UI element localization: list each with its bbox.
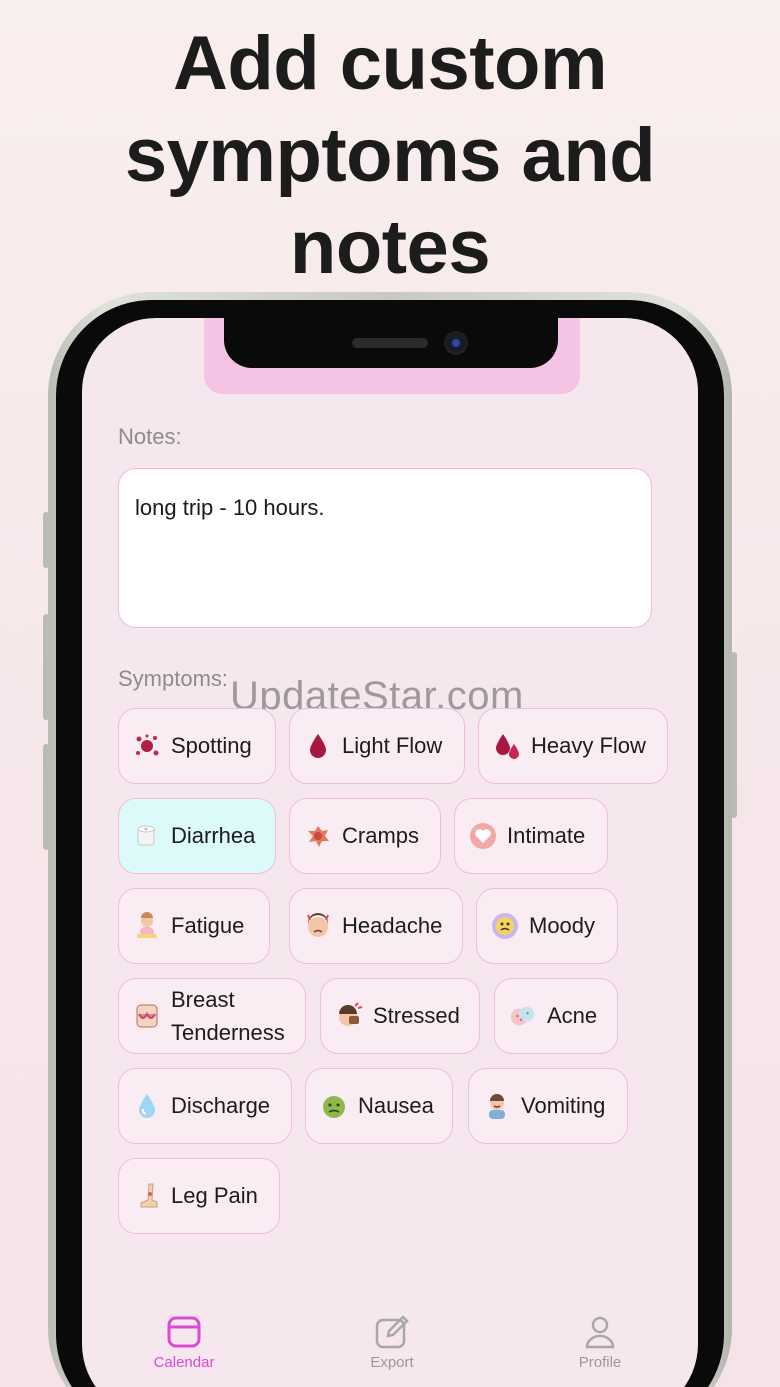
moody-face-icon [491,912,519,940]
symptom-label-line-2: Tenderness [171,1020,285,1045]
person-icon [585,1316,615,1349]
symptom-label: Headache [342,913,443,938]
headline: Add custom symptoms and notes [0,18,780,294]
symptom-discharge[interactable]: Discharge [118,1068,292,1144]
drops-icon [493,732,521,760]
symptom-label-two-line: Breast Tenderness [171,983,285,1049]
symptom-label-line-1: Breast [171,987,235,1012]
leg-icon [133,1182,161,1210]
headline-line-3: notes [289,205,491,290]
symptom-intimate[interactable]: Intimate [454,798,608,874]
tab-label: Calendar [153,1354,215,1371]
symptom-leg-pain[interactable]: Leg Pain [118,1158,280,1234]
symptom-breast-tenderness[interactable]: Breast Tenderness [118,978,306,1054]
symptom-label: Cramps [342,823,420,848]
front-camera [444,331,468,355]
vomiting-person-icon [483,1092,511,1120]
symptom-headache[interactable]: Headache [289,888,463,964]
toilet-paper-icon [133,822,161,850]
symptoms-label: Symptoms: [118,666,229,691]
heart-icon [469,822,497,850]
tab-label: Profile [578,1354,622,1371]
tired-person-icon [133,912,161,940]
headline-line-1: Add custom [172,21,608,106]
tab-calendar[interactable]: Calendar [124,1314,244,1371]
symptom-stressed[interactable]: Stressed [320,978,480,1054]
speaker [352,338,428,348]
symptom-acne[interactable]: Acne [494,978,618,1054]
acne-face-icon [509,1002,537,1030]
volume-up-button [43,614,49,720]
symptom-heavy-flow[interactable]: Heavy Flow [478,708,668,784]
notes-textarea[interactable]: long trip - 10 hours. [118,468,652,628]
edit-icon [375,1315,409,1349]
symptom-label: Stressed [373,1003,460,1028]
headache-face-icon [304,912,332,940]
symptom-moody[interactable]: Moody [476,888,618,964]
tab-profile[interactable]: Profile [540,1314,660,1371]
symptom-label: Spotting [171,733,252,758]
tab-label: Export [370,1354,414,1371]
power-button [731,652,737,818]
symptom-label: Fatigue [171,913,245,938]
drop-icon [304,732,332,760]
nauseated-face-icon [320,1092,348,1120]
volume-down-button [43,744,49,850]
notch [224,318,558,368]
stressed-face-icon [335,1002,363,1030]
calendar-icon [167,1316,201,1348]
symptom-label: Diarrhea [171,823,256,848]
bra-icon [133,1002,161,1030]
symptom-cramps[interactable]: Cramps [289,798,441,874]
silent-switch [43,512,49,568]
symptom-label: Moody [529,913,596,938]
symptom-label: Discharge [171,1093,271,1118]
headline-line-2: symptoms and [124,113,656,198]
symptom-label: Vomiting [521,1093,606,1118]
symptom-label: Heavy Flow [531,733,646,758]
notes-label: Notes: [118,424,182,449]
symptom-label: Intimate [507,823,586,848]
tab-bar: Calendar Export Profile [82,1314,698,1387]
cramps-icon [304,822,332,850]
symptom-diarrhea[interactable]: Diarrhea [118,798,276,874]
symptom-label: Acne [547,1003,598,1028]
symptom-label: Nausea [358,1093,434,1118]
notes-text: long trip - 10 hours. [135,495,325,520]
water-drop-icon [133,1092,161,1120]
symptom-light-flow[interactable]: Light Flow [289,708,465,784]
symptom-label: Leg Pain [171,1183,258,1208]
symptom-label: Light Flow [342,733,443,758]
app-screen: Notes: long trip - 10 hours. Symptoms: U… [82,318,698,1387]
symptom-nausea[interactable]: Nausea [305,1068,453,1144]
symptom-vomiting[interactable]: Vomiting [468,1068,628,1144]
splatter-icon [133,732,161,760]
tab-export[interactable]: Export [332,1314,452,1371]
symptom-fatigue[interactable]: Fatigue [118,888,270,964]
symptom-spotting[interactable]: Spotting [118,708,276,784]
